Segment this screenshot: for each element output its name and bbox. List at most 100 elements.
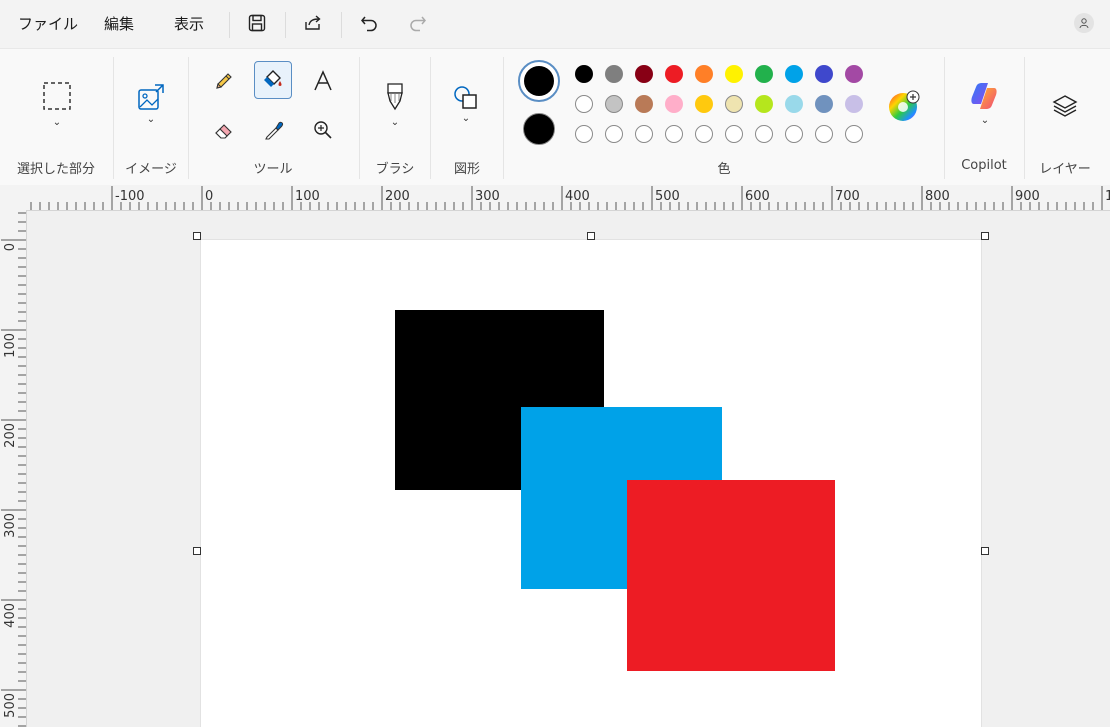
copilot-icon[interactable] [965, 77, 1003, 115]
image-group-label: イメージ [125, 162, 177, 177]
resize-handle-top[interactable] [587, 232, 595, 240]
color-swatch[interactable] [605, 95, 623, 113]
save-icon[interactable] [244, 10, 270, 36]
color-swatch[interactable] [815, 65, 833, 83]
redo-icon[interactable] [405, 10, 431, 36]
ruler-label: 100 [3, 333, 18, 358]
ruler-label: 800 [925, 189, 950, 204]
custom-color-slot[interactable] [635, 125, 653, 143]
horizontal-ruler: -100 0 100 200 300 400 500 600 700 800 900 1 [0, 185, 1110, 211]
layers-icon[interactable] [1046, 87, 1084, 125]
color-swatch[interactable] [815, 95, 833, 113]
chevron-down-icon[interactable]: ⌄ [462, 113, 470, 124]
layers-group-label: レイヤー [1039, 162, 1091, 177]
chevron-down-icon[interactable]: ⌄ [981, 115, 989, 126]
resize-handle-top-right[interactable] [981, 232, 989, 240]
menu-file[interactable]: ファイル [18, 13, 78, 34]
ruler-label: 300 [475, 189, 500, 204]
ruler-label: 300 [3, 513, 18, 538]
menu-separator [229, 12, 230, 38]
menu-bar: ファイル 編集 表示 [0, 0, 1110, 48]
ruler-label: 400 [565, 189, 590, 204]
selection-group-label: 選択した部分 [16, 162, 96, 177]
canvas[interactable] [201, 240, 981, 727]
color-swatch[interactable] [755, 65, 773, 83]
color-swatch[interactable] [785, 95, 803, 113]
group-separator [503, 57, 504, 179]
color-swatch[interactable] [695, 95, 713, 113]
share-icon[interactable] [300, 10, 326, 36]
resize-handle-left[interactable] [193, 547, 201, 555]
fill-bucket-icon[interactable] [254, 61, 292, 99]
ruler-label: 0 [3, 243, 18, 251]
menu-edit[interactable]: 編集 [104, 13, 134, 34]
color-swatch[interactable] [785, 65, 803, 83]
copilot-group-label: Copilot [961, 158, 1007, 173]
custom-color-slot[interactable] [815, 125, 833, 143]
color-swatch[interactable] [635, 95, 653, 113]
group-separator [188, 57, 189, 179]
group-separator [1024, 57, 1025, 179]
ribbon: ⌄ 選択した部分 ⌄ イメージ ツール ⌄ ブラシ ⌄ 図形 色 ⌄ Copil… [0, 48, 1110, 186]
menu-view[interactable]: 表示 [174, 13, 204, 34]
chevron-down-icon[interactable]: ⌄ [147, 114, 155, 125]
ruler-label: 500 [655, 189, 680, 204]
custom-color-slot[interactable] [695, 125, 713, 143]
ruler-label: 100 [295, 189, 320, 204]
custom-color-slot[interactable] [785, 125, 803, 143]
color-swatch[interactable] [605, 65, 623, 83]
custom-color-slot[interactable] [575, 125, 593, 143]
selection-tool[interactable] [38, 77, 76, 115]
eraser-icon[interactable] [205, 111, 243, 149]
custom-color-slot[interactable] [725, 125, 743, 143]
color-swatch[interactable] [575, 65, 593, 83]
color-swatch[interactable] [695, 65, 713, 83]
custom-color-slot[interactable] [605, 125, 623, 143]
edit-colors-icon[interactable] [884, 87, 922, 125]
secondary-color[interactable] [523, 113, 555, 145]
brush-group-label: ブラシ [375, 162, 415, 177]
tools-group-label: ツール [253, 162, 293, 177]
ruler-label: 500 [3, 693, 18, 718]
color-swatch[interactable] [665, 95, 683, 113]
undo-icon[interactable] [356, 10, 382, 36]
primary-color-ring[interactable] [518, 60, 560, 102]
ruler-label: 200 [3, 423, 18, 448]
ruler-label: 0 [205, 189, 213, 204]
color-swatch[interactable] [665, 65, 683, 83]
text-icon[interactable] [304, 62, 342, 100]
resize-handle-right[interactable] [981, 547, 989, 555]
resize-handle-top-left[interactable] [193, 232, 201, 240]
color-swatch[interactable] [725, 65, 743, 83]
color-swatch[interactable] [575, 95, 593, 113]
chevron-down-icon[interactable]: ⌄ [391, 117, 399, 128]
custom-color-slot[interactable] [755, 125, 773, 143]
group-separator [430, 57, 431, 179]
color-swatch[interactable] [845, 65, 863, 83]
pencil-icon[interactable] [205, 62, 243, 100]
group-separator [359, 57, 360, 179]
colors-group-label: 色 [717, 162, 731, 177]
color-swatch[interactable] [845, 95, 863, 113]
red-rectangle[interactable] [627, 480, 835, 671]
color-swatch[interactable] [755, 95, 773, 113]
color-picker-icon[interactable] [255, 111, 293, 149]
custom-color-slot[interactable] [845, 125, 863, 143]
brush-icon[interactable] [376, 77, 414, 115]
shapes-icon[interactable] [447, 79, 485, 117]
ruler-label: 900 [1015, 189, 1040, 204]
custom-color-slot[interactable] [665, 125, 683, 143]
group-separator [113, 57, 114, 179]
color-swatch[interactable] [725, 95, 743, 113]
magnifier-icon[interactable] [304, 111, 342, 149]
ruler-label: 600 [745, 189, 770, 204]
shapes-group-label: 図形 [453, 162, 481, 177]
group-separator [944, 57, 945, 179]
ruler-label: 1 [1105, 189, 1110, 204]
color-swatch[interactable] [635, 65, 653, 83]
profile-icon[interactable] [1074, 13, 1094, 33]
ruler-label: 700 [835, 189, 860, 204]
ruler-label: 200 [385, 189, 410, 204]
image-icon[interactable] [132, 78, 170, 116]
chevron-down-icon[interactable]: ⌄ [53, 117, 61, 128]
